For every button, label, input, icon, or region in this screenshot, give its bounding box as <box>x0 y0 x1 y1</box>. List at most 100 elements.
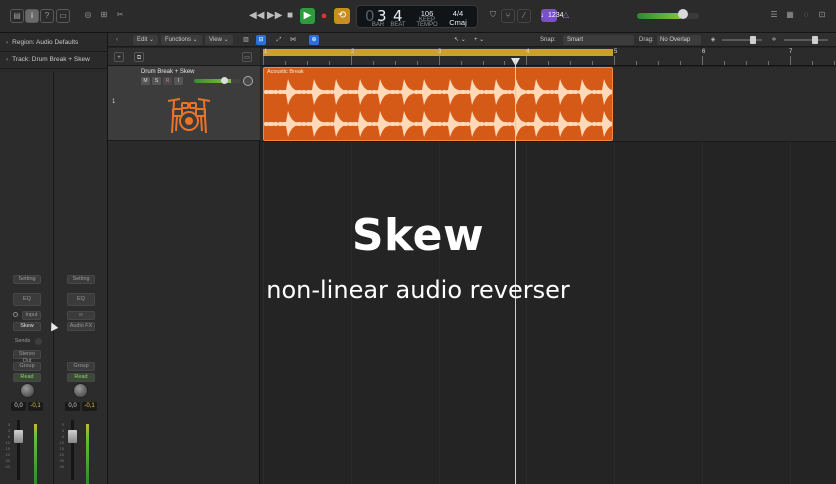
lcd-key: Cmaj <box>449 18 467 27</box>
rewind-button[interactable]: ◀◀ <box>249 8 264 24</box>
catch-playhead-icon[interactable]: ▥ <box>241 35 251 45</box>
drag-select[interactable]: No Overlap <box>657 35 701 45</box>
list-editors-icon[interactable]: ☰ <box>767 9 781 23</box>
lcd-display[interactable]: 0 3 4 BAR BEAT 106 KEEP TEMPO 4/4 Cmaj <box>356 5 478 28</box>
master-volume-knob[interactable] <box>678 9 688 19</box>
edit-menu[interactable]: Edit ⌄ <box>133 35 159 45</box>
strip2-automation-button[interactable]: Read <box>67 373 95 382</box>
functions-menu[interactable]: Functions ⌄ <box>161 35 202 45</box>
track-inspector-header[interactable]: › Track: Drum Break + Skew <box>0 52 108 69</box>
loop-browser-icon[interactable]: ◌ <box>799 9 813 23</box>
playhead[interactable] <box>515 60 516 484</box>
toolbar-toggle-icon[interactable]: ▭ <box>56 9 70 23</box>
library-icon[interactable]: ▤ <box>10 9 24 23</box>
strip2-fader-cap[interactable] <box>68 430 77 443</box>
vertical-zoom-icon[interactable]: ≑ <box>769 35 779 45</box>
strip1-setting-button[interactable]: Setting <box>13 275 41 284</box>
bar-number: 7 <box>789 49 793 55</box>
track-volume-knob[interactable] <box>221 77 228 84</box>
strip1-sends-label: Sends <box>14 338 31 344</box>
strip1-eq-button[interactable]: EQ <box>13 293 41 306</box>
smart-controls-icon[interactable]: ◎ <box>81 9 95 23</box>
strip2-fader-track[interactable] <box>71 420 74 480</box>
strip1-volume-value[interactable]: 0,0 <box>11 402 26 411</box>
pencil-tool-icon[interactable]: + ⌄ <box>474 35 484 45</box>
note-pad-icon[interactable]: ▦ <box>783 9 797 23</box>
input-monitor-button[interactable]: I <box>174 77 183 85</box>
global-tracks-icon[interactable]: ▭ <box>242 52 252 62</box>
solo-icon[interactable]: ⁄ <box>517 9 531 23</box>
strip2-pan-knob[interactable] <box>73 383 88 398</box>
strip1-input-button[interactable]: Input <box>22 311 41 320</box>
ruler-tick <box>306 61 308 65</box>
pointer-tool-icon[interactable]: ↖ ⌄ <box>454 35 466 45</box>
show-automation-icon[interactable]: ⋈ <box>288 35 298 45</box>
ruler-tick <box>811 61 813 65</box>
grid-line <box>526 142 528 484</box>
strip1-peak-value[interactable]: -0,1 <box>28 402 43 411</box>
record-button[interactable]: ● <box>318 8 330 24</box>
strip1-automation-button[interactable]: Read <box>13 373 41 382</box>
strip2-eq-button[interactable]: EQ <box>67 293 95 306</box>
solo-button[interactable]: S <box>152 77 161 85</box>
link-icon[interactable]: ⊟ <box>256 35 266 45</box>
strip1-plugin-slot[interactable]: Skew <box>13 322 41 331</box>
snap-select[interactable]: Smart <box>563 35 634 45</box>
fast-forward-button[interactable]: ▶▶ <box>267 8 282 24</box>
strip1-group-button[interactable]: Group <box>13 362 41 371</box>
track-header-drum-break[interactable]: 1 Drum Break + Skew M S R I <box>108 66 260 141</box>
cycle-button[interactable]: ⟲ <box>334 8 350 24</box>
ruler-tick <box>394 61 396 65</box>
track-volume-slider[interactable] <box>194 79 240 83</box>
count-in-badge[interactable]: ♩1234 <box>541 9 564 22</box>
tracks-toolbar: ‹ Edit ⌄ Functions ⌄ View ⌄ ▥ ⊟ ⤢ ⋈ ⊕ ↖ … <box>108 33 836 47</box>
record-enable-button[interactable]: R <box>163 77 172 85</box>
view-menu[interactable]: View ⌄ <box>205 35 233 45</box>
control-bar: ▤ i ? ▭ ◎ ⊞ ✂ ◀◀ ▶▶ ■ ▶ ● ⟲ 0 3 4 BAR BE… <box>0 0 836 33</box>
ruler-tick <box>658 61 660 65</box>
strip1-input-format-icon[interactable] <box>13 312 18 317</box>
strip2-audio-fx-slot[interactable]: Audio FX <box>67 322 95 331</box>
duplicate-track-icon[interactable]: ⧉ <box>134 52 144 62</box>
add-track-icon[interactable]: + <box>114 52 124 62</box>
waveform-zoom-icon[interactable]: ⊕ <box>309 35 319 45</box>
ruler-tick <box>680 61 682 65</box>
mute-button[interactable]: M <box>141 77 150 85</box>
strip1-fader-track[interactable] <box>17 420 20 480</box>
strip2-link-button[interactable]: ∞ <box>67 311 95 320</box>
audio-region[interactable]: Acoustic Break <box>263 67 613 141</box>
strip2-setting-button[interactable]: Setting <box>67 275 95 284</box>
stop-button[interactable]: ■ <box>285 8 295 24</box>
strip1-pan-knob[interactable] <box>20 383 35 398</box>
quick-help-icon[interactable]: ? <box>40 9 54 23</box>
region-inspector-header[interactable]: › Region: Audio Defaults <box>0 35 108 52</box>
horizontal-zoom-icon[interactable]: ◈ <box>708 35 718 45</box>
browser-icon[interactable]: ⊡ <box>815 9 829 23</box>
drum-kit-icon[interactable] <box>166 91 212 135</box>
vertical-zoom-knob[interactable] <box>812 36 818 44</box>
metronome-icon[interactable]: △ <box>559 9 573 23</box>
inspector-icon[interactable]: i <box>25 9 39 23</box>
back-chevron-icon[interactable]: ‹ <box>116 35 118 45</box>
snap-label: Snap: <box>540 37 556 43</box>
strip2-peak-value[interactable]: -0,1 <box>82 402 97 411</box>
strip1-fader-cap[interactable] <box>14 430 23 443</box>
track-lane[interactable]: Acoustic Break <box>261 67 836 142</box>
horizontal-zoom-slider[interactable] <box>722 39 762 41</box>
play-button[interactable]: ▶ <box>300 8 315 24</box>
replace-icon[interactable]: ⛉ <box>486 9 500 23</box>
strip1-output-button[interactable]: Stereo Out <box>13 350 41 364</box>
strip2-group-button[interactable]: Group <box>67 362 95 371</box>
mixer-icon[interactable]: ⊞ <box>97 9 111 23</box>
strip2-volume-value[interactable]: 0,0 <box>65 402 80 411</box>
tuner-icon[interactable]: ⑂ <box>501 9 515 23</box>
master-volume-slider[interactable] <box>637 13 699 19</box>
flex-icon[interactable]: ⤢ <box>274 35 284 45</box>
track-name[interactable]: Drum Break + Skew <box>141 69 195 75</box>
horizontal-zoom-knob[interactable] <box>750 36 756 44</box>
bar-ruler[interactable]: 1 2 3 4 5 6 7 <box>261 48 836 66</box>
strip1-send-knob[interactable] <box>35 338 42 345</box>
editors-icon[interactable]: ✂ <box>113 9 127 23</box>
vertical-zoom-slider[interactable] <box>784 39 828 41</box>
track-pan-knob[interactable] <box>243 76 253 86</box>
